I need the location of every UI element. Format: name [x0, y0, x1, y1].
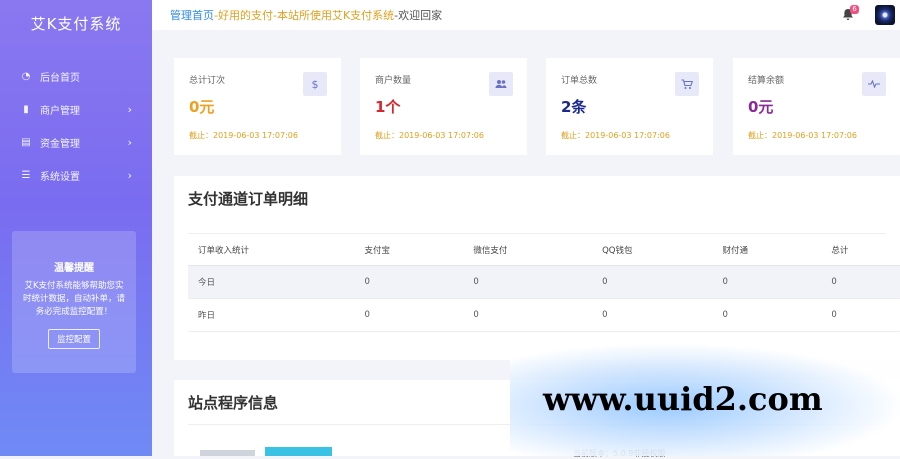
stat-title: 结算余额 — [748, 76, 785, 86]
users-icon — [489, 72, 513, 96]
stat-card-balance: 结算余额 0元 截止：2019-06-03 17:07:06 — [733, 58, 900, 155]
table-header: 总计 — [821, 234, 900, 266]
table-header: 订单收入统计 — [188, 234, 355, 266]
breadcrumb-home[interactable]: 管理首页 — [170, 9, 214, 22]
table-header: 财付通 — [712, 234, 822, 266]
stat-time: 截止：2019-06-03 17:07:06 — [375, 131, 484, 140]
table-header: 微信支付 — [463, 234, 593, 266]
cart-icon — [675, 72, 699, 96]
stat-title: 总计订次 — [189, 76, 226, 86]
table-cell: 0 — [463, 298, 593, 332]
table-row: 今日 0 0 0 0 0 — [188, 265, 900, 299]
table-cell: 0 — [821, 265, 900, 299]
table-cell: 0 — [463, 265, 593, 299]
check-update-button[interactable] — [265, 447, 332, 456]
orders-table: 订单收入统计 支付宝 微信支付 QQ钱包 财付通 总计 今日 0 0 0 0 0… — [188, 234, 900, 332]
sidebar-item-funds[interactable]: ▤ 资金管理 › — [0, 126, 152, 159]
sidebar-item-label: 系统设置 — [40, 172, 80, 183]
chevron-right-icon: › — [127, 103, 132, 116]
promo-title: 温馨提醒 — [54, 263, 94, 274]
table-cell: 0 — [592, 298, 713, 332]
sidebar: 艾K支付系统 ◔ 后台首页 ▮ 商户管理 › ▤ 资金管理 › ☰ 系统设置 ›… — [0, 0, 152, 456]
sidebar-item-label: 资金管理 — [40, 139, 80, 150]
list-icon: ☰ — [21, 170, 31, 181]
promo-text: 艾K支付系统能够帮助您实时统计数据，自动补单，请务必完成监控配置！ — [22, 281, 125, 317]
sidebar-item-label: 商户管理 — [40, 106, 80, 117]
table-cell: 0 — [712, 298, 822, 332]
table-cell: 0 — [712, 265, 822, 299]
table-cell: 0 — [354, 265, 464, 299]
stat-card-merchants: 商户数量 1个 截止：2019-06-03 17:07:06 — [360, 58, 527, 155]
sidebar-item-dashboard[interactable]: ◔ 后台首页 — [0, 60, 152, 93]
stat-time: 截止：2019-06-03 17:07:06 — [189, 131, 298, 140]
stat-value: 2条 — [561, 98, 587, 116]
table-cell: 0 — [821, 298, 900, 332]
stat-title: 订单总数 — [561, 76, 598, 86]
table-header: 支付宝 — [354, 234, 464, 266]
stat-title: 商户数量 — [375, 76, 412, 86]
chevron-right-icon: › — [127, 169, 132, 182]
table-cell: 昨日 — [188, 298, 355, 332]
chevron-right-icon: › — [127, 136, 132, 149]
stat-time: 截止：2019-06-03 17:07:06 — [561, 131, 670, 140]
sidebar-nav: ◔ 后台首页 ▮ 商户管理 › ▤ 资金管理 › ☰ 系统设置 › — [0, 60, 152, 192]
stat-value: 0元 — [748, 98, 774, 116]
sidebar-item-settings[interactable]: ☰ 系统设置 › — [0, 159, 152, 192]
site-info-title: 站点程序信息 — [188, 394, 279, 412]
app-title[interactable]: 艾K支付系统 — [0, 0, 152, 48]
avatar[interactable] — [875, 5, 895, 25]
stat-card-orders: 订单总数 2条 截止：2019-06-03 17:07:06 — [546, 58, 713, 155]
monitor-config-button[interactable]: 监控配置 — [47, 329, 100, 349]
stat-value: 0元 — [189, 98, 215, 116]
notification-badge: 6 — [850, 5, 859, 14]
topbar: 管理首页-好用的支付-本站所使用艾K支付系统-欢迎回家 6 — [152, 0, 900, 30]
watermark-text: www.uuid2.com — [543, 380, 823, 418]
breadcrumb: 管理首页-好用的支付-本站所使用艾K支付系统-欢迎回家 — [170, 7, 442, 23]
stat-value: 1个 — [375, 98, 401, 116]
table-cell: 今日 — [188, 265, 355, 299]
table-cell: 0 — [354, 298, 464, 332]
document-icon: ▤ — [21, 137, 31, 148]
orders-panel-title: 支付通道订单明细 — [188, 190, 309, 208]
sidebar-item-merchants[interactable]: ▮ 商户管理 › — [0, 93, 152, 126]
promo-box: 温馨提醒 艾K支付系统能够帮助您实时统计数据，自动补单，请务必完成监控配置！ 监… — [12, 231, 136, 373]
stat-time: 截止：2019-06-03 17:07:06 — [748, 131, 857, 140]
breadcrumb-welcome: -欢迎回家 — [394, 9, 443, 22]
pulse-icon — [862, 72, 886, 96]
sidebar-item-label: 后台首页 — [40, 73, 80, 84]
bar-chart-icon: ▮ — [23, 104, 29, 115]
breadcrumb-slogan: -好用的支付-本站所使用艾K支付系统 — [214, 9, 395, 22]
dashboard-icon: ◔ — [21, 71, 31, 82]
table-header: QQ钱包 — [592, 234, 713, 266]
table-row: 昨日 0 0 0 0 0 — [188, 298, 900, 332]
table-cell: 0 — [592, 265, 713, 299]
dollar-icon: $ — [303, 72, 327, 96]
info-label-placeholder — [200, 450, 255, 456]
stat-card-total-amount: 总计订次 $ 0元 截止：2019-06-03 17:07:06 — [174, 58, 341, 155]
